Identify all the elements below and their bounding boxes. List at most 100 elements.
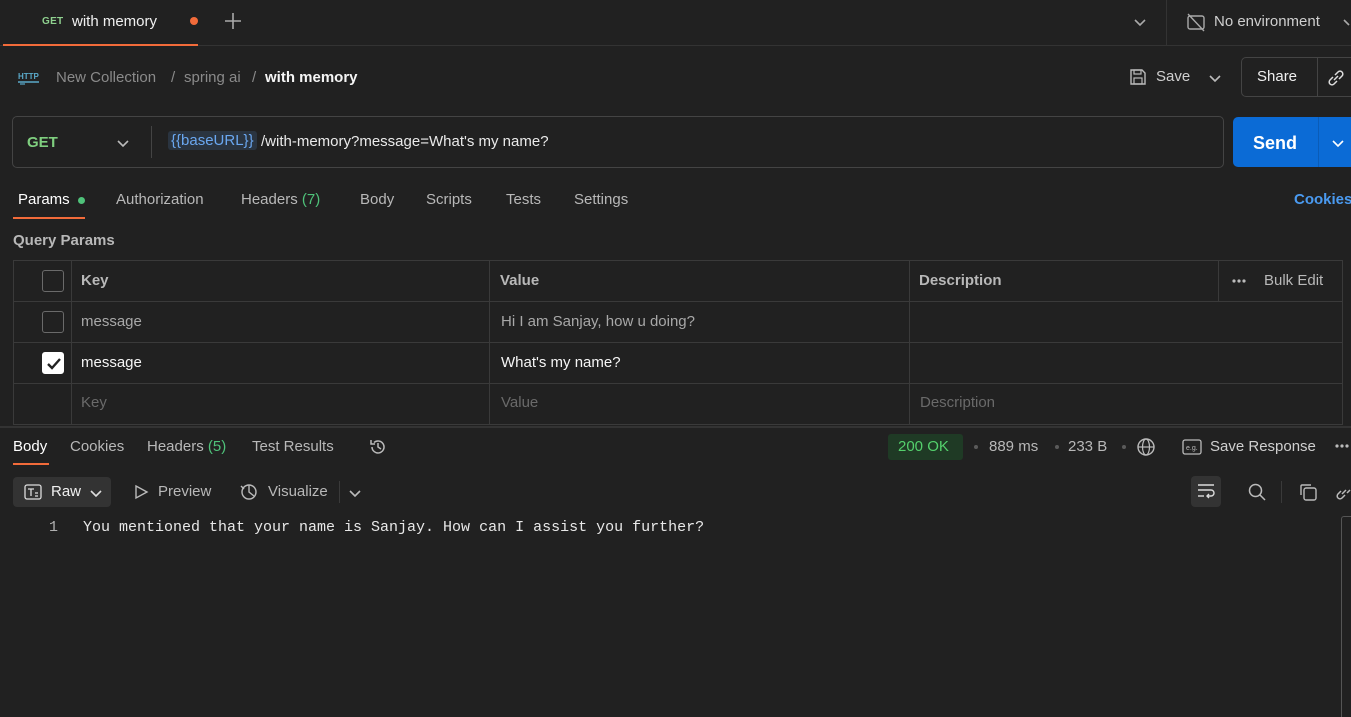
- wrap-lines-icon: [1196, 482, 1216, 500]
- select-all-checkbox[interactable]: [42, 270, 64, 292]
- toolbar-divider: [339, 481, 340, 503]
- column-header-value: Value: [500, 272, 540, 289]
- visualize-button[interactable]: Visualize: [268, 483, 328, 500]
- response-size[interactable]: 233 B: [1068, 438, 1107, 455]
- tab-headers[interactable]: Headers (7): [241, 191, 320, 208]
- copy-icon[interactable]: [1298, 482, 1318, 502]
- send-divider: [1318, 117, 1319, 167]
- response-body-text[interactable]: You mentioned that your name is Sanjay. …: [83, 519, 704, 536]
- environment-selector[interactable]: No environment: [1214, 13, 1320, 30]
- tab-body[interactable]: Body: [360, 191, 394, 208]
- new-param-value-input[interactable]: Value: [501, 394, 538, 411]
- param-value[interactable]: What's my name?: [501, 354, 621, 371]
- preview-play-icon[interactable]: [133, 484, 149, 500]
- link-icon[interactable]: [1334, 482, 1351, 502]
- no-environment-icon: [1186, 12, 1206, 32]
- new-param-description-input[interactable]: Description: [920, 394, 995, 411]
- meta-separator: [974, 445, 978, 449]
- svg-text:e.g.: e.g.: [1186, 445, 1198, 452]
- response-tab-headers[interactable]: Headers (5): [147, 438, 226, 455]
- url-input[interactable]: /with-memory?message=What's my name?: [261, 133, 549, 150]
- tab-name[interactable]: with memory: [72, 13, 157, 30]
- params-active-indicator: [78, 197, 85, 204]
- globe-icon[interactable]: [1136, 437, 1156, 457]
- status-code: 200 OK: [898, 438, 949, 455]
- new-tab-plus-icon[interactable]: [223, 11, 243, 31]
- preview-button[interactable]: Preview: [158, 483, 211, 500]
- tabs-dropdown-chevron-icon[interactable]: [1132, 14, 1148, 30]
- meta-separator: [1055, 445, 1059, 449]
- history-icon[interactable]: [368, 437, 388, 457]
- cookies-link[interactable]: Cookies: [1294, 191, 1351, 208]
- method-chevron-icon[interactable]: [116, 136, 130, 150]
- tab-settings[interactable]: Settings: [574, 191, 628, 208]
- tab-method-label: GET: [42, 16, 64, 27]
- param-key[interactable]: message: [81, 313, 142, 330]
- column-header-key: Key: [81, 272, 109, 289]
- save-options-chevron-icon[interactable]: [1208, 71, 1222, 85]
- raw-text-icon: [24, 484, 42, 500]
- search-icon[interactable]: [1247, 482, 1267, 502]
- response-tab-cookies[interactable]: Cookies: [70, 438, 124, 455]
- line-number: 1: [49, 519, 59, 536]
- table-divider: [13, 342, 1343, 343]
- share-divider: [1317, 57, 1318, 97]
- tab-headers-label: Headers: [241, 191, 298, 208]
- response-headers-count: (5): [207, 438, 227, 455]
- response-tab-headers-label: Headers: [147, 438, 204, 455]
- request-tab-bar: [0, 0, 1351, 46]
- tab-tests[interactable]: Tests: [506, 191, 541, 208]
- http-request-icon: HTTP: [17, 67, 41, 87]
- response-body-underline: [13, 463, 49, 465]
- response-tab-body[interactable]: Body: [13, 438, 47, 455]
- url-base-variable[interactable]: {{baseURL}}: [168, 131, 257, 150]
- unsaved-indicator: [190, 17, 198, 25]
- save-icon[interactable]: [1128, 67, 1148, 87]
- method-selector[interactable]: GET: [27, 134, 58, 151]
- response-pane-divider[interactable]: [0, 426, 1351, 428]
- url-divider: [151, 126, 152, 158]
- save-response-button[interactable]: Save Response: [1210, 438, 1316, 455]
- tab-params[interactable]: Params: [18, 191, 70, 208]
- table-divider: [13, 383, 1343, 384]
- params-tab-underline: [13, 217, 85, 219]
- response-scrollbar[interactable]: [1341, 516, 1351, 717]
- param-row-checkbox[interactable]: [42, 311, 64, 333]
- breadcrumb-separator: /: [252, 69, 257, 86]
- query-params-title: Query Params: [13, 232, 115, 249]
- visualize-icon[interactable]: [239, 482, 259, 502]
- share-button[interactable]: Share: [1257, 68, 1297, 85]
- new-param-key-input[interactable]: Key: [81, 394, 107, 411]
- send-options-chevron-icon[interactable]: [1331, 136, 1345, 150]
- column-header-description: Description: [919, 272, 1002, 289]
- more-icon[interactable]: [1335, 444, 1351, 448]
- more-options-icon[interactable]: [1232, 279, 1248, 283]
- table-divider: [71, 260, 72, 425]
- save-button[interactable]: Save: [1156, 68, 1190, 85]
- table-divider: [13, 301, 1343, 302]
- environment-chevron-icon[interactable]: [1343, 14, 1351, 30]
- tab-scripts[interactable]: Scripts: [426, 191, 472, 208]
- breadcrumb-separator: /: [171, 69, 176, 86]
- table-divider: [1218, 260, 1219, 301]
- tab-authorization[interactable]: Authorization: [116, 191, 204, 208]
- toolbar-divider: [1281, 481, 1282, 503]
- breadcrumb-collection[interactable]: New Collection: [56, 69, 156, 86]
- response-time[interactable]: 889 ms: [989, 438, 1038, 455]
- tab-headers-count: (7): [301, 191, 321, 208]
- param-key[interactable]: message: [81, 354, 142, 371]
- bulk-edit-button[interactable]: Bulk Edit: [1264, 272, 1323, 289]
- example-icon[interactable]: e.g.: [1182, 439, 1202, 455]
- copy-link-icon[interactable]: [1326, 68, 1346, 88]
- breadcrumb-request-name[interactable]: with memory: [265, 69, 358, 86]
- send-button[interactable]: Send: [1253, 133, 1297, 154]
- breadcrumb-folder[interactable]: spring ai: [184, 69, 241, 86]
- checkmark-icon: [47, 358, 61, 370]
- environment-divider: [1166, 0, 1167, 46]
- visualize-chevron-icon[interactable]: [348, 486, 362, 500]
- param-value[interactable]: Hi I am Sanjay, how u doing?: [501, 313, 695, 330]
- meta-separator: [1122, 445, 1126, 449]
- response-tab-test-results[interactable]: Test Results: [252, 438, 334, 455]
- table-divider: [489, 260, 490, 425]
- param-row-checkbox[interactable]: [42, 352, 64, 374]
